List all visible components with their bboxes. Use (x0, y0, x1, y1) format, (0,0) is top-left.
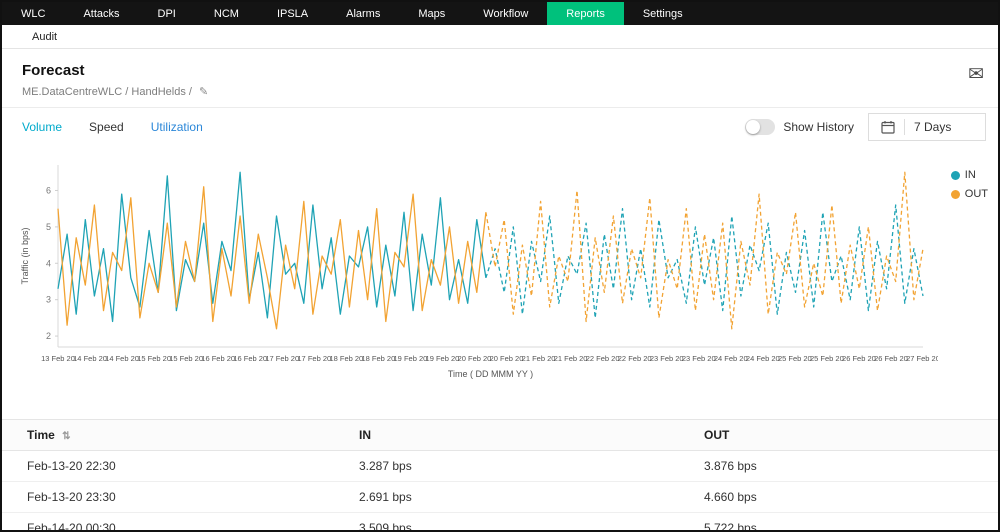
svg-text:27 Feb 20: 27 Feb 20 (906, 354, 938, 363)
svg-text:17 Feb 20: 17 Feb 20 (297, 354, 331, 363)
svg-text:21 Feb 20: 21 Feb 20 (554, 354, 588, 363)
svg-text:14 Feb 20: 14 Feb 20 (105, 354, 139, 363)
svg-text:26 Feb 20: 26 Feb 20 (874, 354, 908, 363)
svg-text:17 Feb 20: 17 Feb 20 (265, 354, 299, 363)
svg-text:5: 5 (46, 222, 51, 232)
svg-text:21 Feb 20: 21 Feb 20 (522, 354, 556, 363)
svg-text:25 Feb 20: 25 Feb 20 (778, 354, 812, 363)
column-header-out[interactable]: OUT (694, 420, 998, 451)
nav-item-workflow[interactable]: Workflow (464, 2, 547, 25)
svg-text:15 Feb 20: 15 Feb 20 (137, 354, 171, 363)
svg-text:13 Feb 20: 13 Feb 20 (41, 354, 75, 363)
svg-text:26 Feb 20: 26 Feb 20 (842, 354, 876, 363)
edit-pencil-icon[interactable]: ✎ (199, 86, 208, 98)
table-header-row: Time ⇅ IN OUT (2, 420, 998, 451)
svg-text:14 Feb 20: 14 Feb 20 (73, 354, 107, 363)
app-window: WLCAttacksDPINCMIPSLAAlarmsMapsWorkflowR… (0, 0, 1000, 532)
svg-text:19 Feb 20: 19 Feb 20 (426, 354, 460, 363)
svg-text:22 Feb 20: 22 Feb 20 (586, 354, 620, 363)
forecast-chart: 2345613 Feb 2014 Feb 2014 Feb 2015 Feb 2… (2, 145, 998, 419)
chart-legend: IN OUT (951, 169, 988, 200)
svg-text:24 Feb 20: 24 Feb 20 (714, 354, 748, 363)
svg-text:6: 6 (46, 185, 51, 195)
tab-speed[interactable]: Speed (89, 120, 124, 134)
svg-text:15 Feb 20: 15 Feb 20 (169, 354, 203, 363)
page-header: Forecast ME.DataCentreWLC / HandHelds / … (2, 49, 998, 108)
svg-text:18 Feb 20: 18 Feb 20 (329, 354, 363, 363)
breadcrumb-text: ME.DataCentreWLC / HandHelds / (22, 86, 192, 98)
column-header-time[interactable]: Time ⇅ (2, 420, 349, 451)
nav-item-reports[interactable]: Reports (547, 2, 624, 25)
svg-text:3: 3 (46, 295, 51, 305)
legend-item-in[interactable]: IN (951, 169, 988, 181)
nav-item-alarms[interactable]: Alarms (327, 2, 399, 25)
table-cell: 5.722 bps (694, 513, 998, 532)
table-cell: Feb-13-20 22:30 (2, 451, 349, 482)
svg-text:16 Feb 20: 16 Feb 20 (233, 354, 267, 363)
forecast-table: Time ⇅ IN OUT Feb-13-20 22:303.287 bps3.… (2, 419, 998, 532)
sub-navigation: Audit (2, 25, 998, 49)
nav-item-dpi[interactable]: DPI (139, 2, 195, 25)
svg-text:16 Feb 20: 16 Feb 20 (201, 354, 235, 363)
chart-canvas[interactable]: 2345613 Feb 2014 Feb 2014 Feb 2015 Feb 2… (18, 157, 938, 392)
show-history-toggle[interactable] (745, 119, 775, 135)
email-report-icon[interactable]: ✉ (968, 65, 984, 84)
svg-text:4: 4 (46, 258, 51, 268)
tab-utilization[interactable]: Utilization (151, 120, 203, 134)
tabs-row: Volume Speed Utilization Show History 7 Da… (2, 108, 998, 145)
svg-text:23 Feb 20: 23 Feb 20 (650, 354, 684, 363)
breadcrumb: ME.DataCentreWLC / HandHelds / ✎ (22, 85, 978, 98)
sort-icon[interactable]: ⇅ (62, 431, 70, 442)
table-cell: 3.509 bps (349, 513, 694, 532)
table-cell: 2.691 bps (349, 482, 694, 513)
nav-item-ncm[interactable]: NCM (195, 2, 258, 25)
svg-text:Time ( DD MMM YY ): Time ( DD MMM YY ) (448, 369, 533, 379)
table-cell: 3.876 bps (694, 451, 998, 482)
show-history-label: Show History (783, 120, 854, 134)
nav-item-wlc[interactable]: WLC (2, 2, 64, 25)
table-row: Feb-14-20 00:303.509 bps5.722 bps (2, 513, 998, 532)
legend-dot (951, 171, 960, 180)
page-title: Forecast (22, 62, 978, 79)
nav-item-ipsla[interactable]: IPSLA (258, 2, 327, 25)
calendar-icon (881, 120, 895, 134)
legend-label: OUT (965, 188, 988, 200)
svg-text:22 Feb 20: 22 Feb 20 (618, 354, 652, 363)
svg-text:2: 2 (46, 331, 51, 341)
svg-text:18 Feb 20: 18 Feb 20 (361, 354, 395, 363)
svg-text:Traffic (in bps): Traffic (in bps) (20, 227, 30, 284)
tab-volume[interactable]: Volume (22, 120, 62, 134)
chart-controls: Show History 7 Days (745, 113, 986, 141)
table-cell: 3.287 bps (349, 451, 694, 482)
time-range-dropdown[interactable]: 7 Days (868, 113, 986, 141)
svg-text:25 Feb 20: 25 Feb 20 (810, 354, 844, 363)
svg-text:20 Feb 20: 20 Feb 20 (458, 354, 492, 363)
nav-item-maps[interactable]: Maps (399, 2, 464, 25)
svg-text:23 Feb 20: 23 Feb 20 (682, 354, 716, 363)
time-range-label: 7 Days (914, 120, 951, 134)
legend-label: IN (965, 169, 976, 181)
legend-item-out[interactable]: OUT (951, 188, 988, 200)
top-navigation: WLCAttacksDPINCMIPSLAAlarmsMapsWorkflowR… (2, 2, 998, 25)
svg-text:24 Feb 20: 24 Feb 20 (746, 354, 780, 363)
table-cell: Feb-13-20 23:30 (2, 482, 349, 513)
table-row: Feb-13-20 22:303.287 bps3.876 bps (2, 451, 998, 482)
svg-text:19 Feb 20: 19 Feb 20 (394, 354, 428, 363)
table-row: Feb-13-20 23:302.691 bps4.660 bps (2, 482, 998, 513)
svg-text:20 Feb 20: 20 Feb 20 (490, 354, 524, 363)
legend-dot (951, 190, 960, 199)
subnav-item-audit[interactable]: Audit (32, 31, 57, 43)
column-label: Time (27, 428, 55, 442)
nav-item-attacks[interactable]: Attacks (64, 2, 138, 25)
table-cell: Feb-14-20 00:30 (2, 513, 349, 532)
divider (904, 119, 905, 135)
column-header-in[interactable]: IN (349, 420, 694, 451)
toggle-knob (746, 120, 760, 134)
nav-item-settings[interactable]: Settings (624, 2, 702, 25)
table-cell: 4.660 bps (694, 482, 998, 513)
